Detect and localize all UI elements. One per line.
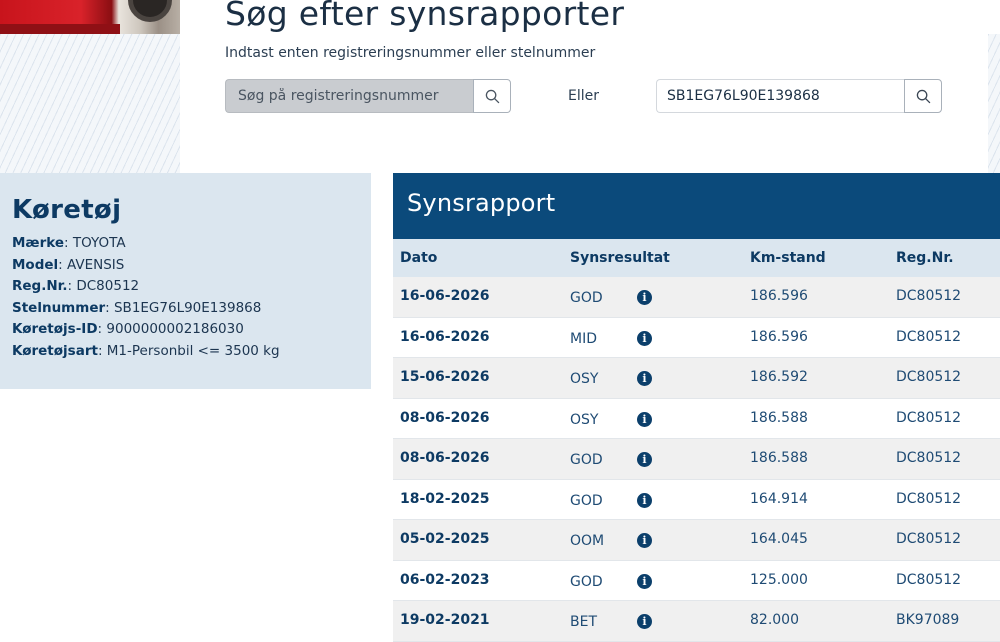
car-sill: [0, 24, 120, 34]
row-result: GOD: [570, 452, 603, 468]
column-header-reg: Reg.Nr.: [896, 250, 954, 266]
vin-search-input[interactable]: [656, 79, 904, 113]
field-label: Stelnummer: [12, 299, 106, 316]
table-body: 16-06-2026 GOD i 186.596 DC80512 16-06-2026 MI…: [393, 277, 1000, 642]
row-result: GOD: [570, 290, 603, 306]
info-icon[interactable]: i: [637, 371, 652, 386]
row-date: 16-06-2026: [400, 288, 490, 304]
page-title: Søg efter synsrapporter: [225, 0, 625, 33]
table-row: 08-06-2026 GOD i 186.588 DC80512: [393, 439, 1000, 480]
info-icon[interactable]: i: [637, 533, 652, 548]
vehicle-field-registration: Reg.Nr.: DC80512: [12, 278, 140, 295]
report-title: Synsrapport: [393, 173, 1000, 239]
row-km: 186.592: [750, 369, 808, 385]
field-value: 9000000002186030: [106, 321, 244, 338]
row-result: OOM: [570, 533, 605, 549]
row-date: 06-02-2023: [400, 571, 490, 588]
row-date: 05-02-2025: [400, 531, 490, 547]
row-result: MID: [570, 330, 597, 347]
info-icon[interactable]: i: [637, 452, 652, 467]
row-date: 18-02-2025: [400, 490, 490, 507]
row-date: 08-06-2026: [400, 409, 490, 426]
field-label: Køretøjsart: [12, 342, 98, 359]
row-date: 15-06-2026: [400, 369, 490, 385]
row-km: 164.045: [750, 531, 808, 547]
row-km: 186.588: [750, 450, 808, 466]
field-value: DC80512: [76, 278, 140, 295]
field-value: SB1EG76L90E139868: [113, 299, 262, 316]
row-reg: DC80512: [896, 490, 962, 507]
info-icon[interactable]: i: [637, 411, 652, 427]
table-row: 08-06-2026 OSY i 186.588 DC80512: [393, 399, 1000, 439]
column-header-km: Km-stand: [750, 250, 826, 266]
column-header-result: Synsresultat: [570, 250, 670, 266]
info-icon[interactable]: i: [637, 290, 652, 305]
search-icon: [916, 89, 930, 103]
row-reg: DC80512: [896, 328, 962, 345]
row-result: OSY: [570, 371, 599, 387]
row-date: 16-06-2026: [400, 328, 490, 345]
info-icon[interactable]: i: [637, 573, 652, 589]
field-label: Mærke: [12, 235, 65, 251]
row-reg: DC80512: [896, 571, 962, 588]
background-pattern: [988, 34, 1000, 174]
row-reg: DC80512: [896, 369, 962, 385]
inspection-report: Synsrapport Dato Synsresultat Km-stand R…: [393, 173, 1000, 642]
vehicle-field-model: Model: AVENSIS: [12, 256, 125, 273]
row-result: GOD: [570, 573, 603, 590]
row-date: 19-02-2021: [400, 612, 490, 628]
info-icon[interactable]: i: [637, 330, 652, 346]
table-row: 05-02-2025 OOM i 164.045 DC80512: [393, 520, 1000, 561]
row-date: 08-06-2026: [400, 450, 490, 466]
table-row: 18-02-2025 GOD i 164.914 DC80512: [393, 480, 1000, 520]
field-value: TOYOTA: [72, 235, 126, 251]
row-reg: DC80512: [896, 288, 962, 304]
search-icon: [485, 89, 499, 103]
vehicle-field-make: Mærke: TOYOTA: [12, 235, 126, 251]
background-pattern: [0, 34, 180, 174]
row-km: 186.596: [750, 328, 808, 345]
row-result: BET: [570, 614, 598, 630]
info-icon[interactable]: i: [637, 614, 652, 629]
column-header-date: Dato: [400, 250, 438, 266]
row-km: 82.000: [750, 612, 799, 628]
vehicle-title: Køretøj: [12, 195, 122, 225]
row-reg: DC80512: [896, 531, 962, 547]
info-icon[interactable]: i: [637, 492, 652, 508]
vehicle-panel: Køretøj Mærke: TOYOTA Model: AVENSIS Reg…: [0, 173, 371, 389]
registration-search-input[interactable]: [225, 79, 473, 113]
table-row: 15-06-2026 OSY i 186.592 DC80512: [393, 358, 1000, 399]
field-label: Model: [12, 256, 59, 273]
row-result: GOD: [570, 492, 603, 509]
table-row: 06-02-2023 GOD i 125.000 DC80512: [393, 561, 1000, 601]
registration-search-button[interactable]: [473, 79, 511, 113]
vin-search-button[interactable]: [904, 79, 942, 113]
field-label: Køretøjs-ID: [12, 321, 98, 338]
table-row: 16-06-2026 MID i 186.596 DC80512: [393, 318, 1000, 358]
row-reg: DC80512: [896, 409, 962, 426]
search-subtitle: Indtast enten registreringsnummer eller …: [225, 45, 596, 61]
row-km: 186.596: [750, 288, 808, 304]
row-km: 164.914: [750, 490, 808, 507]
row-km: 125.000: [750, 571, 808, 588]
car-tire: [128, 0, 172, 22]
field-value: AVENSIS: [67, 256, 125, 273]
vehicle-field-vin: Stelnummer: SB1EG76L90E139868: [12, 299, 262, 316]
row-reg: BK97089: [896, 612, 960, 628]
car-photo: [0, 0, 180, 34]
vehicle-field-vehicle-id: Køretøjs-ID: 9000000002186030: [12, 321, 244, 338]
field-label: Reg.Nr.: [12, 278, 68, 295]
table-header: Dato Synsresultat Km-stand Reg.Nr.: [393, 239, 1000, 277]
table-row: 16-06-2026 GOD i 186.596 DC80512: [393, 277, 1000, 318]
or-label: Eller: [568, 88, 599, 104]
field-value: M1-Personbil <= 3500 kg: [106, 342, 280, 359]
row-reg: DC80512: [896, 450, 962, 466]
table-row: 19-02-2021 BET i 82.000 BK97089: [393, 601, 1000, 642]
row-km: 186.588: [750, 409, 808, 426]
vehicle-field-vehicle-type: Køretøjsart: M1-Personbil <= 3500 kg: [12, 342, 280, 359]
row-result: OSY: [570, 411, 599, 428]
